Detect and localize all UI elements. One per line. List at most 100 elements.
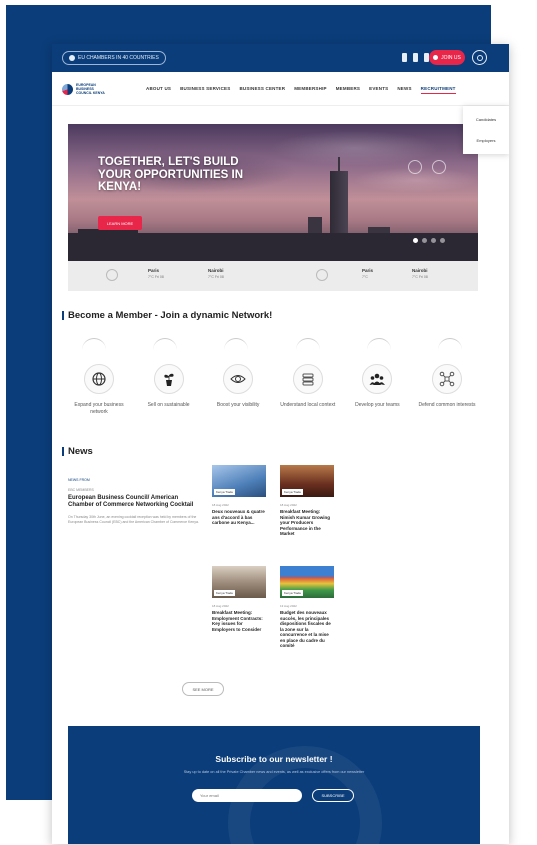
- carousel-dot[interactable]: [431, 238, 436, 243]
- nav-item-news[interactable]: NEWS: [397, 86, 411, 94]
- weather-info: 7°C: [362, 275, 368, 279]
- plant-icon: [153, 364, 184, 394]
- user-icon: [433, 55, 439, 60]
- carousel-dots: [413, 238, 445, 243]
- news-category: Kenya Trade: [214, 590, 236, 596]
- weather-city: Paris: [148, 268, 160, 273]
- newsletter-title: Subscribe to our newsletter !: [215, 754, 333, 764]
- faded-icon: [437, 338, 462, 350]
- logo[interactable]: EUROPEAN BUSINESS COUNCIL KENYA: [62, 83, 110, 95]
- main-navigation: EUROPEAN BUSINESS COUNCIL KENYA ABOUT US…: [52, 72, 509, 154]
- benefit-item[interactable]: Defend common interests: [416, 364, 478, 415]
- carousel-dot[interactable]: [422, 238, 427, 243]
- weather-info: 7°C Fri 08: [148, 275, 164, 279]
- benefit-label: Boost your visibility: [216, 402, 260, 408]
- benefit-item[interactable]: Develop your teams: [346, 364, 408, 415]
- benefit-item[interactable]: Sell on sustainable: [138, 364, 200, 415]
- newsletter-subtitle: Stay up to date on all the Private Chamb…: [183, 770, 365, 774]
- hero-title: TOGETHER, LET'S BUILD YOUR OPPORTUNITIES…: [98, 156, 244, 193]
- news-category: Kenya Trade: [282, 489, 304, 495]
- news-card[interactable]: Kenya Trade 18 Aug 2022 Breakfast Meetin…: [280, 465, 334, 537]
- globe-icon: [69, 55, 75, 61]
- news-card[interactable]: Kenya Trade 18 Aug 2022 Deux nouveaux & …: [212, 465, 266, 526]
- weather-strip: Paris 7°C Fri 08 Nairobi 7°C Fri 08 Pari…: [68, 261, 478, 291]
- weather-cell: Nairobi 7°C Fri 08: [208, 268, 224, 279]
- nav-item-business-center[interactable]: BUSINESS CENTER: [239, 86, 285, 94]
- weather-cell: Paris 7°C Fri 08: [148, 268, 164, 279]
- featured-excerpt: On Thursday 30th June, an evening cockta…: [68, 515, 199, 524]
- faded-icon: [366, 338, 391, 350]
- news-date: 13 Aug 2022: [280, 604, 297, 608]
- dropdown-item-employers[interactable]: Employers: [463, 138, 509, 143]
- news-date: 18 Aug 2022: [212, 604, 229, 608]
- weather-cell: Paris 7°C: [362, 268, 373, 279]
- sun-icon: [106, 269, 118, 281]
- nav-item-about-us[interactable]: ABOUT US: [146, 86, 171, 94]
- news-thumbnail[interactable]: Kenya Trade: [280, 465, 334, 497]
- carousel-next-icon[interactable]: [432, 160, 446, 174]
- news-date: 18 Aug 2022: [280, 503, 297, 507]
- featured-tag: NEWS FROM: [68, 478, 90, 482]
- weather-city: Nairobi: [412, 268, 428, 273]
- faded-icon: [82, 338, 106, 350]
- news-thumbnail[interactable]: Kenya Trade: [212, 566, 266, 598]
- chamber-network-link[interactable]: EU CHAMBERS IN 40 COUNTRIES: [62, 51, 166, 65]
- news-category: Kenya Trade: [214, 489, 236, 495]
- search-icon[interactable]: [472, 50, 487, 65]
- news-date: 18 Aug 2022: [212, 503, 229, 507]
- twitter-icon[interactable]: [413, 53, 418, 62]
- subscribe-button[interactable]: SUBSCRIBE: [312, 789, 354, 802]
- news-title[interactable]: Deux nouveaux & quatre ans d'accord à ba…: [212, 509, 266, 526]
- carousel-dot[interactable]: [440, 238, 445, 243]
- top-bar: EU CHAMBERS IN 40 COUNTRIES JOIN US: [52, 44, 509, 72]
- news-card[interactable]: Kenya Trade 13 Aug 2022 Budget des nouve…: [280, 566, 334, 649]
- faded-icon: [153, 338, 178, 350]
- featured-title[interactable]: European Business Council/ American Cham…: [68, 495, 202, 509]
- hero-cta-button[interactable]: LEARN MORE: [98, 216, 142, 230]
- dropdown-item-candidates[interactable]: Candidates: [463, 117, 509, 122]
- benefit-label: Sell on sustainable: [147, 402, 190, 408]
- weather-city: Paris: [362, 268, 374, 273]
- join-us-button[interactable]: JOIN US: [429, 50, 465, 65]
- nav-item-recruitment[interactable]: RECRUITMENT: [420, 86, 456, 94]
- carousel-prev-icon[interactable]: [408, 160, 422, 174]
- featured-news[interactable]: NEWS FROM EBC MEMBERS European Business …: [68, 478, 202, 525]
- news-thumbnail[interactable]: Kenya Trade: [212, 465, 266, 497]
- team-icon: [362, 364, 393, 394]
- faded-icon: [295, 338, 320, 350]
- weather-info: 7°C Fri 08: [412, 275, 428, 279]
- carousel-dot[interactable]: [413, 238, 418, 243]
- website-page: EU CHAMBERS IN 40 COUNTRIES JOIN US EURO…: [52, 44, 509, 844]
- benefit-item[interactable]: Boost your visibility: [207, 364, 269, 415]
- benefits-row: Expand your business network Sell on sus…: [68, 364, 478, 415]
- faded-icon: [224, 338, 249, 350]
- news-title: News: [62, 446, 93, 457]
- benefit-item[interactable]: Understand local context: [277, 364, 339, 415]
- nav-item-events[interactable]: EVENTS: [369, 86, 388, 94]
- chamber-network-label: EU CHAMBERS IN 40 COUNTRIES: [78, 55, 159, 61]
- news-title[interactable]: Breakfast Meeting: Employment Contracts:…: [212, 610, 266, 632]
- facebook-icon[interactable]: [402, 53, 407, 62]
- nav-item-members[interactable]: MEMBERS: [336, 86, 360, 94]
- weather-city: Nairobi: [208, 268, 224, 273]
- ghost-icons-row: [82, 338, 462, 350]
- newsletter-section: Subscribe to our newsletter ! Stay up to…: [68, 726, 480, 844]
- news-category: Kenya Trade: [282, 590, 304, 596]
- nav-menu: ABOUT US BUSINESS SERVICES BUSINESS CENT…: [146, 86, 456, 94]
- benefit-item[interactable]: Expand your business network: [68, 364, 130, 415]
- hero-banner: TOGETHER, LET'S BUILD YOUR OPPORTUNITIES…: [68, 124, 478, 261]
- news-title[interactable]: Budget des nouveaux succès, les principa…: [280, 610, 334, 649]
- moon-icon: [316, 269, 328, 281]
- see-more-button[interactable]: SEE MORE: [182, 682, 224, 696]
- news-thumbnail[interactable]: Kenya Trade: [280, 566, 334, 598]
- nav-item-membership[interactable]: MEMBERSHIP: [294, 86, 327, 94]
- nav-item-business-services[interactable]: BUSINESS SERVICES: [180, 86, 230, 94]
- weather-info: 7°C Fri 08: [208, 275, 224, 279]
- globe-icon: [84, 364, 114, 394]
- logo-text: EUROPEAN BUSINESS COUNCIL KENYA: [76, 83, 105, 95]
- newsletter-email-input[interactable]: [192, 789, 302, 802]
- news-card[interactable]: Kenya Trade 18 Aug 2022 Breakfast Meetin…: [212, 566, 266, 632]
- network-icon: [431, 364, 462, 394]
- benefit-label: Defend common interests: [418, 402, 476, 408]
- news-title[interactable]: Breakfast Meeting: Nimish Kumar Growing …: [280, 509, 334, 537]
